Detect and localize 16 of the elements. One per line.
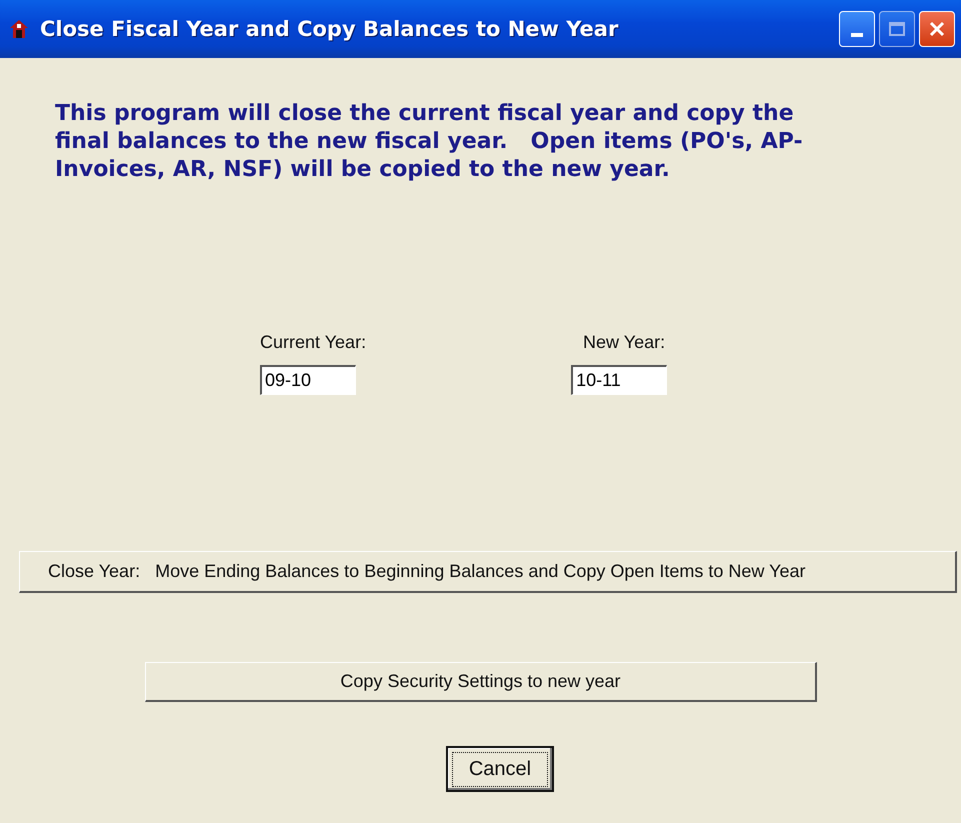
minimize-button[interactable]	[839, 11, 875, 47]
year-field[interactable]: 09-10	[260, 365, 356, 395]
maximize-icon	[889, 22, 905, 36]
intro-text: This program will close the current fiscal year and copy the final balances to the new fiscal year. Open items (PO's, AP-Invoices, AR, NSF) will be copied to the new year.	[55, 100, 804, 184]
year-field[interactable]: 10-11	[571, 365, 668, 395]
house-icon	[8, 18, 30, 40]
close-icon	[928, 20, 946, 38]
field-label: New Year:	[583, 332, 666, 353]
action-button[interactable]: Copy Security Settings to new year	[145, 662, 817, 702]
maximize-button[interactable]	[879, 11, 915, 47]
action-button[interactable]: Close Year: Move Ending Balances to Beginning Balances and Copy Open Items to New Year	[19, 551, 957, 593]
window-title: Close Fiscal Year and Copy Balances to New Year	[40, 17, 620, 41]
field-label: Current Year:	[260, 332, 366, 353]
close-button[interactable]	[919, 11, 955, 47]
cancel-button[interactable]: Cancel	[446, 746, 554, 792]
minimize-icon	[851, 33, 863, 37]
